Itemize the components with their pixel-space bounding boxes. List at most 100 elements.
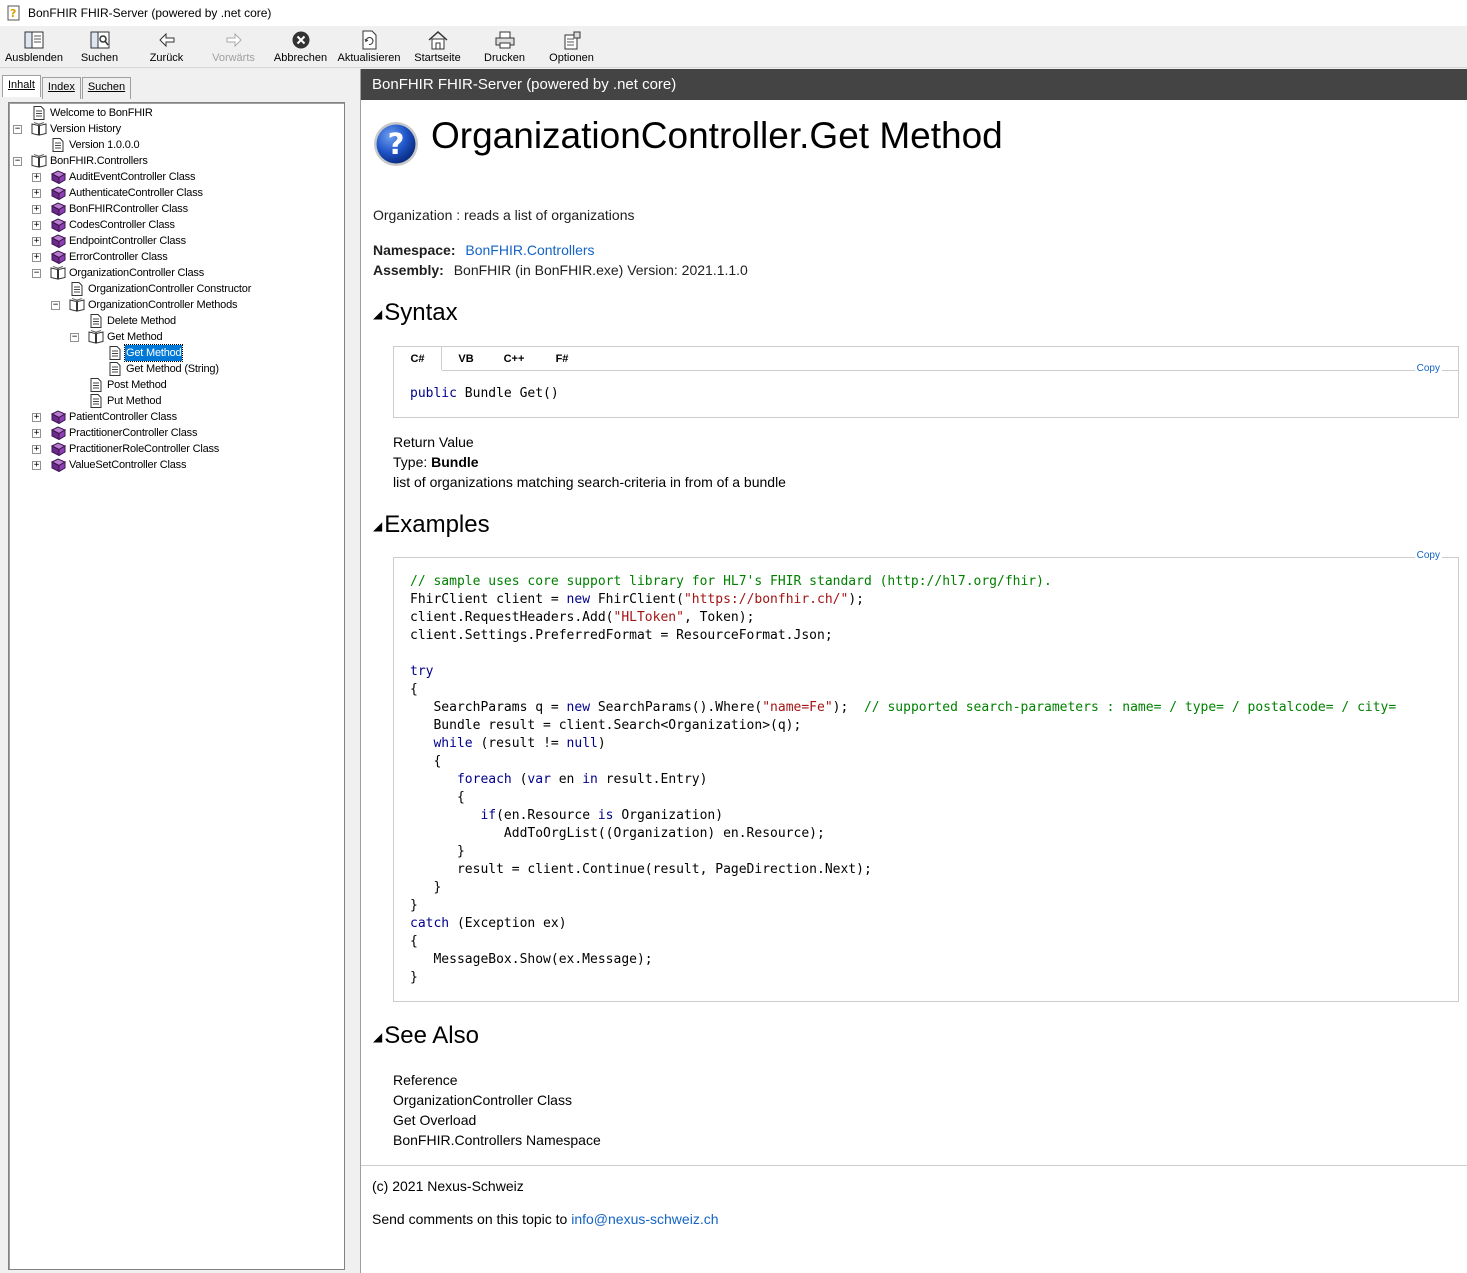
tree-item[interactable]: OrganizationController Constructor (9, 281, 344, 297)
toolbar-button-label: Vorwärts (212, 52, 255, 64)
expand-icon[interactable]: + (32, 189, 41, 198)
tree-item-label[interactable]: ErrorController Class (68, 249, 169, 265)
tree-item-label[interactable]: ValueSetController Class (68, 457, 187, 473)
window-title-bar: ? BonFHIR FHIR-Server (powered by .net c… (0, 0, 1467, 26)
tree-item[interactable]: + ErrorController Class (9, 249, 344, 265)
tree-item[interactable]: + ValueSetController Class (9, 457, 344, 473)
tree-item[interactable]: + PractitionerRoleController Class (9, 441, 344, 457)
expand-icon[interactable]: + (32, 221, 41, 230)
toolbar-button-suchen[interactable]: Suchen (66, 26, 133, 68)
see-also-section-heading[interactable]: ◢See Also (373, 1022, 479, 1050)
tree-item-label[interactable]: OrganizationController Methods (87, 297, 238, 313)
copyright-link[interactable]: (c) 2021 Nexus-Schweiz (372, 1178, 524, 1194)
tree-item-label[interactable]: BonFHIRController Class (68, 201, 189, 217)
expand-icon[interactable]: + (32, 461, 41, 470)
tree-item[interactable]: + CodesController Class (9, 217, 344, 233)
tree-item[interactable]: Delete Method (9, 313, 344, 329)
expand-icon[interactable]: + (32, 253, 41, 262)
return-description: list of organizations matching search-cr… (393, 474, 786, 490)
toolbar-button-abbrechen[interactable]: Abbrechen (267, 26, 334, 68)
back-arrow-icon (156, 30, 178, 50)
tab-contents[interactable]: Inhalt (2, 75, 41, 97)
tree-item[interactable]: + EndpointController Class (9, 233, 344, 249)
tree-item[interactable]: − Get Method (9, 329, 344, 345)
tab-cpp[interactable]: C++ (490, 347, 538, 371)
toolbar-button-aktualisieren[interactable]: Aktualisieren (334, 26, 404, 68)
tree-item[interactable]: − Version History (9, 121, 344, 137)
tree-item[interactable]: Version 1.0.0.0 (9, 137, 344, 153)
tree-item-label[interactable]: PractitionerController Class (68, 425, 198, 441)
namespace-link[interactable]: BonFHIR.Controllers (465, 242, 594, 258)
tree-item[interactable]: Get Method (9, 344, 344, 362)
tree-item-label[interactable]: Version 1.0.0.0 (68, 137, 140, 153)
see-also-link-overload[interactable]: Get Overload (393, 1112, 476, 1128)
tree-item-label[interactable]: Put Method (106, 393, 162, 409)
tree-item-label[interactable]: Get Method (123, 344, 184, 362)
tree-item[interactable]: − OrganizationController Class (9, 265, 344, 281)
expand-icon[interactable]: + (32, 205, 41, 214)
copy-example-link[interactable]: Copy (1414, 550, 1442, 561)
see-also-link-class[interactable]: OrganizationController Class (393, 1092, 572, 1108)
see-also-link-namespace[interactable]: BonFHIR.Controllers Namespace (393, 1132, 601, 1148)
tree-item[interactable]: Welcome to BonFHIR (9, 105, 344, 121)
expand-icon[interactable]: + (32, 413, 41, 422)
tree-item-label[interactable]: EndpointController Class (68, 233, 187, 249)
tree-item[interactable]: + PatientController Class (9, 409, 344, 425)
comments-email-link[interactable]: info@nexus-schweiz.ch (571, 1211, 718, 1227)
syntax-section-heading[interactable]: ◢Syntax (373, 299, 458, 327)
tree-item[interactable]: + AuditEventController Class (9, 169, 344, 185)
toolbar-button-ausblenden[interactable]: Ausblenden (2, 26, 66, 68)
tab-csharp[interactable]: C# (394, 347, 442, 371)
expand-icon[interactable]: + (32, 173, 41, 182)
tree-item[interactable]: + BonFHIRController Class (9, 201, 344, 217)
namespace-label: Namespace: (373, 242, 456, 258)
tree-item-label[interactable]: Get Method (String) (125, 361, 220, 377)
tab-vb[interactable]: VB (442, 347, 490, 371)
tree-item-label[interactable]: Welcome to BonFHIR (49, 105, 154, 121)
examples-section-heading[interactable]: ◢Examples (373, 511, 490, 539)
toolbar-button-vorw-rts[interactable]: Vorwärts (200, 26, 267, 68)
tree-item-label[interactable]: CodesController Class (68, 217, 176, 233)
tab-index[interactable]: Index (41, 77, 81, 99)
tree-item[interactable]: Put Method (9, 393, 344, 409)
tree-item-label[interactable]: OrganizationController Class (68, 265, 205, 281)
tree-item-label[interactable]: AuthenticateController Class (68, 185, 204, 201)
tree-item[interactable]: Post Method (9, 377, 344, 393)
contents-tree[interactable]: Welcome to BonFHIR − Version History Versio… (8, 102, 345, 1270)
expand-icon[interactable]: + (32, 237, 41, 246)
tree-item[interactable]: + AuthenticateController Class (9, 185, 344, 201)
expand-icon[interactable]: + (32, 429, 41, 438)
expand-icon[interactable]: + (32, 445, 41, 454)
collapse-icon[interactable]: − (51, 301, 60, 310)
closed-book-icon (50, 202, 67, 217)
tree-item-label[interactable]: Post Method (106, 377, 168, 393)
open-book-icon (88, 330, 104, 344)
tree-item-label[interactable]: PractitionerRoleController Class (68, 441, 220, 457)
copy-syntax-link[interactable]: Copy (1414, 363, 1442, 374)
collapse-icon[interactable]: − (13, 157, 22, 166)
toolbar-button-zur-ck[interactable]: Zurück (133, 26, 200, 68)
tree-item-label[interactable]: OrganizationController Constructor (87, 281, 252, 297)
tree-item[interactable]: − BonFHIR.Controllers (9, 153, 344, 169)
tree-item-label[interactable]: Get Method (106, 329, 163, 345)
collapse-icon[interactable]: − (32, 269, 41, 278)
toolbar-button-optionen[interactable]: Optionen (538, 26, 605, 68)
toolbar-button-label: Suchen (80, 52, 119, 64)
toolbar-button-label: Optionen (549, 52, 594, 64)
tab-search[interactable]: Suchen (81, 77, 132, 99)
toolbar-button-startseite[interactable]: Startseite (404, 26, 471, 68)
tree-item[interactable]: + PractitionerController Class (9, 425, 344, 441)
tree-item-label[interactable]: PatientController Class (68, 409, 178, 425)
see-also-heading-text: See Also (384, 1022, 479, 1049)
tab-fsharp[interactable]: F# (538, 347, 586, 371)
collapse-icon[interactable]: − (70, 333, 79, 342)
tree-item-label[interactable]: Delete Method (106, 313, 177, 329)
tree-item[interactable]: − OrganizationController Methods (9, 297, 344, 313)
reference-heading: Reference (393, 1072, 458, 1088)
tree-item-label[interactable]: Version History (49, 121, 122, 137)
tree-item-label[interactable]: BonFHIR.Controllers (49, 153, 149, 169)
tree-item[interactable]: Get Method (String) (9, 361, 344, 377)
collapse-icon[interactable]: − (13, 125, 22, 134)
tree-item-label[interactable]: AuditEventController Class (68, 169, 196, 185)
toolbar-button-drucken[interactable]: Drucken (471, 26, 538, 68)
